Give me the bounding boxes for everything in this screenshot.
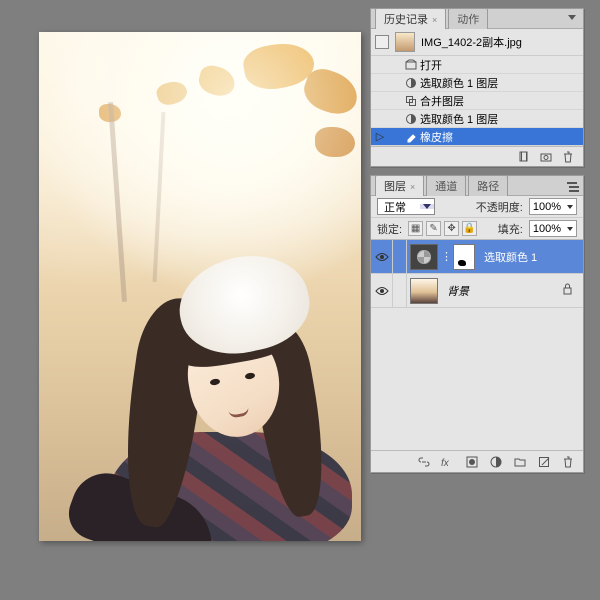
lock-position-icon[interactable]: ✥ — [444, 221, 459, 236]
tab-channels[interactable]: 通道 — [426, 175, 466, 196]
layer-thumbnail — [410, 278, 438, 304]
link-layers-icon[interactable] — [417, 455, 431, 469]
adjustment-thumbnail — [410, 244, 438, 270]
chevron-down-icon — [564, 205, 576, 209]
new-layer-icon[interactable] — [537, 455, 551, 469]
opacity-value: 100% — [530, 201, 564, 213]
lock-all-icon[interactable]: 🔒 — [462, 221, 477, 236]
history-step-label: 打开 — [420, 57, 442, 73]
snapshot-icon — [375, 35, 389, 49]
layer-row[interactable]: 背景 — [371, 274, 583, 308]
fill-input[interactable]: 100% — [529, 220, 577, 237]
history-step[interactable]: 选取颜色 1 图层 — [371, 74, 583, 92]
tab-paths[interactable]: 路径 — [468, 175, 508, 196]
chevron-down-icon — [564, 227, 576, 231]
lock-icon — [562, 283, 573, 298]
history-step-list: 打开 选取颜色 1 图层 合并图层 选取 — [371, 56, 583, 146]
adjustment-icon — [402, 76, 420, 88]
tab-actions[interactable]: 动作 — [448, 8, 488, 29]
layer-style-icon[interactable]: fx — [441, 455, 455, 469]
tab-actions-label: 动作 — [457, 14, 479, 26]
history-footer — [371, 146, 583, 166]
layers-panel: 图层 通道 路径 正常 不透明度: 100% 锁定: ▦ ✎ ✥ 🔒 — [370, 175, 584, 473]
trash-icon[interactable] — [561, 455, 575, 469]
open-icon — [402, 58, 420, 70]
lock-label: 锁定: — [377, 221, 402, 237]
layer-options-row-1: 正常 不透明度: 100% — [371, 196, 583, 218]
photo-subject — [79, 287, 344, 541]
panel-menu-icon[interactable] — [565, 179, 579, 193]
fill-value: 100% — [530, 223, 564, 235]
history-current-marker: ▷ — [374, 130, 386, 143]
history-panel: 历史记录 动作 IMG_1402-2副本.jpg 打开 — [370, 8, 584, 167]
tab-channels-label: 通道 — [435, 181, 457, 193]
create-document-icon[interactable] — [517, 150, 531, 164]
tab-layers-label: 图层 — [384, 181, 406, 193]
fill-label: 填充: — [498, 221, 523, 237]
document-name: IMG_1402-2副本.jpg — [421, 34, 522, 50]
layer-name[interactable]: 选取颜色 1 — [478, 249, 537, 265]
history-step-selected[interactable]: ▷ 橡皮擦 — [371, 128, 583, 146]
history-tabbar: 历史记录 动作 — [371, 9, 583, 29]
merge-icon — [402, 94, 420, 106]
history-step-label: 合并图层 — [420, 93, 464, 109]
layer-list: ⋮ 选取颜色 1 背景 — [371, 240, 583, 450]
decor — [315, 127, 355, 157]
adjustment-icon — [402, 112, 420, 124]
opacity-input[interactable]: 100% — [529, 198, 577, 215]
layers-tabbar: 图层 通道 路径 — [371, 176, 583, 196]
history-step[interactable]: 打开 — [371, 56, 583, 74]
trash-icon[interactable] — [561, 150, 575, 164]
layer-options-row-2: 锁定: ▦ ✎ ✥ 🔒 填充: 100% — [371, 218, 583, 240]
tab-history-label: 历史记录 — [384, 14, 428, 26]
document-thumbnail — [395, 32, 415, 52]
blend-mode-value: 正常 — [378, 199, 420, 215]
layer-mask-icon[interactable] — [465, 455, 479, 469]
lock-transparent-icon[interactable]: ▦ — [408, 221, 423, 236]
lock-buttons: ▦ ✎ ✥ 🔒 — [408, 221, 477, 236]
mask-thumbnail[interactable] — [453, 244, 475, 270]
history-step-label: 选取颜色 1 图层 — [420, 111, 498, 127]
visibility-toggle[interactable] — [371, 240, 393, 273]
blend-mode-select[interactable]: 正常 — [377, 198, 435, 215]
visibility-toggle[interactable] — [371, 274, 393, 307]
layers-footer: fx — [371, 450, 583, 472]
canvas[interactable] — [39, 32, 361, 541]
panel-menu-icon[interactable] — [565, 12, 579, 26]
svg-text:fx: fx — [441, 458, 450, 468]
tab-layers[interactable]: 图层 — [375, 175, 424, 196]
history-step-label: 选取颜色 1 图层 — [420, 75, 498, 91]
eye-icon — [375, 286, 389, 296]
history-document-row[interactable]: IMG_1402-2副本.jpg — [371, 29, 583, 56]
lock-pixels-icon[interactable]: ✎ — [426, 221, 441, 236]
eraser-icon — [402, 130, 420, 142]
layer-row-selected[interactable]: ⋮ 选取颜色 1 — [371, 240, 583, 274]
group-icon[interactable] — [513, 455, 527, 469]
tab-history[interactable]: 历史记录 — [375, 8, 446, 29]
history-step[interactable]: 合并图层 — [371, 92, 583, 110]
history-step[interactable]: 选取颜色 1 图层 — [371, 110, 583, 128]
opacity-label: 不透明度: — [476, 199, 523, 215]
tab-paths-label: 路径 — [477, 181, 499, 193]
new-snapshot-icon[interactable] — [539, 150, 553, 164]
layer-name[interactable]: 背景 — [441, 283, 469, 299]
eye-icon — [375, 252, 389, 262]
adjustment-layer-icon[interactable] — [489, 455, 503, 469]
history-step-label: 橡皮擦 — [420, 129, 453, 145]
chevron-down-icon — [420, 204, 434, 209]
mask-link-icon[interactable]: ⋮ — [441, 250, 450, 263]
